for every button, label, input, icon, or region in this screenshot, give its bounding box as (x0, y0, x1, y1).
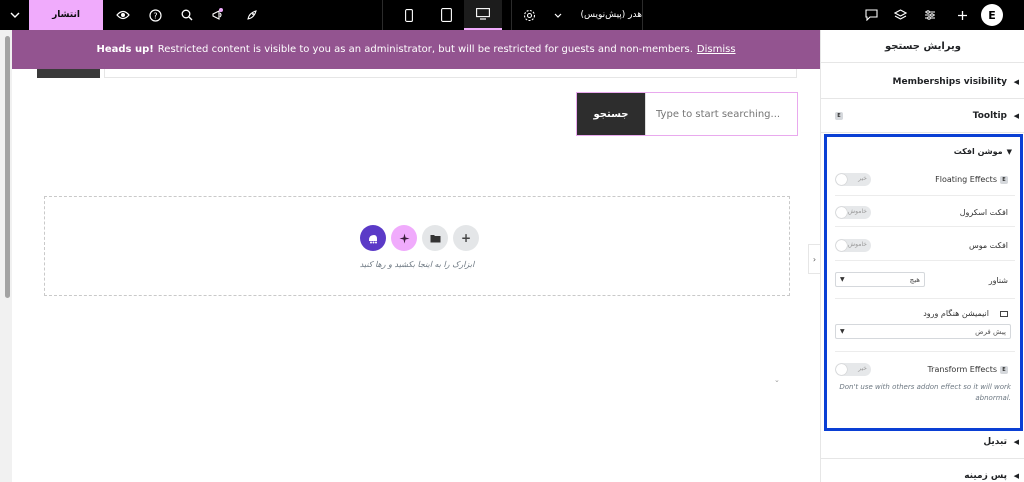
banner-message: Restricted content is visible to you as … (157, 44, 693, 55)
chevron-down-icon (554, 13, 562, 18)
mouse-effect-label: افکت موس (968, 241, 1008, 250)
tablet-device-icon[interactable] (432, 0, 460, 30)
add-element-plus-icon[interactable] (950, 0, 974, 30)
scroll-effect-value: خاموش (847, 208, 867, 215)
transform-effects-label: Transform Effects E (927, 365, 1008, 374)
top-bar: انتشار ? هدر (پیش‌نویس) E (0, 0, 1024, 30)
help-icon[interactable]: ? (142, 0, 168, 30)
ai-sparkle-icon[interactable] (391, 225, 417, 251)
transform-effects-toggle[interactable]: خیر (835, 363, 871, 376)
sticky-select[interactable]: ▼ هیچ (835, 272, 925, 287)
search-icon[interactable] (174, 0, 200, 30)
entrance-animation-value: پیش فرض (975, 327, 1006, 336)
document-title: هدر (پیش‌نویس) (580, 10, 642, 20)
transform-effects-value: خیر (858, 365, 867, 372)
entrance-animation-text: انیمیشن هنگام ورود (923, 309, 989, 318)
floating-effects-toggle[interactable]: خیر (835, 173, 871, 186)
mouse-effect-value: خاموش (847, 241, 867, 248)
empty-section-drop-zone[interactable]: + ابزارک را به اینجا بکشید و رها کنید (44, 196, 790, 296)
svg-text:?: ? (153, 11, 157, 20)
collapse-triangle-icon: ◀ (1013, 111, 1019, 120)
select-arrow-icon: ▼ (840, 328, 845, 335)
section-transform-label: تبدیل (983, 436, 1007, 447)
previous-widget-edge (37, 69, 100, 78)
section-memberships-label: Memberships visibility (892, 76, 1007, 87)
add-section-plus-icon[interactable]: + (453, 225, 479, 251)
structure-layers-icon[interactable] (888, 0, 912, 30)
select-arrow-icon: ▼ (840, 276, 845, 283)
section-motion-label: موشن افکت (953, 147, 1003, 156)
addon-kit-icon[interactable] (360, 225, 386, 251)
toggle-knob (836, 240, 847, 251)
panel-collapse-chevron-icon[interactable]: › (808, 244, 820, 274)
expanded-triangle-icon: ▼ (1006, 147, 1012, 156)
toggle-knob (836, 364, 847, 375)
document-title-dropdown[interactable]: هدر (پیش‌نویس) (550, 0, 642, 30)
entrance-animation-select[interactable]: ▼ پیش فرض (835, 324, 1011, 339)
section-background-label: پس زمینه (964, 471, 1007, 481)
addon-badge-icon: E (835, 111, 843, 120)
scroll-effect-toggle[interactable]: خاموش (835, 206, 871, 219)
canvas-scrollbar-thumb[interactable] (5, 36, 10, 298)
mobile-device-icon[interactable] (395, 0, 423, 30)
section-tooltip[interactable]: E Tooltip ◀ (821, 99, 1024, 133)
scroll-effect-label: افکت اسکرول (959, 208, 1008, 217)
section-tooltip-label: Tooltip (972, 110, 1007, 121)
addon-badge-icon: E (1000, 175, 1008, 184)
transform-effects-text: Transform Effects (927, 365, 997, 374)
addon-warning-note: Don't use with others addon effect so it… (839, 383, 1011, 402)
sticky-value: هیچ (909, 275, 920, 284)
site-settings-sliders-icon[interactable] (918, 0, 942, 30)
page-settings-gear-icon[interactable] (517, 0, 541, 30)
floating-effects-label: Floating Effects E (935, 175, 1008, 184)
publish-button[interactable]: انتشار (29, 0, 103, 30)
entrance-animation-label: انیمیشن هنگام ورود (923, 309, 1008, 318)
banner-dismiss-link[interactable]: Dismiss (697, 44, 736, 55)
preview-eye-icon[interactable] (110, 0, 136, 30)
section-motion-header[interactable]: موشن افکت ▼ (954, 147, 1012, 156)
panel-title: ویرایش جستجو (821, 30, 1024, 63)
comments-icon[interactable] (859, 0, 883, 30)
rocket-icon[interactable] (238, 0, 264, 30)
floating-effects-value: خیر (858, 175, 867, 182)
toggle-knob (836, 207, 847, 218)
search-input[interactable] (645, 93, 797, 135)
search-widget[interactable]: جستجو (576, 92, 798, 136)
drop-zone-hint: ابزارک را به اینجا بکشید و رها کنید (359, 260, 475, 269)
responsive-desktop-icon[interactable] (1000, 310, 1008, 317)
collapse-triangle-icon: ◀ (1013, 77, 1019, 86)
elementor-logo-icon[interactable]: E (981, 4, 1003, 26)
section-background[interactable]: پس زمینه ◀ (821, 459, 1024, 482)
search-submit-button[interactable]: جستجو (577, 93, 645, 135)
previous-widget-border (104, 69, 797, 78)
collapse-triangle-icon: ◀ (1013, 472, 1019, 480)
motion-effects-section: موشن افکت ▼ Floating Effects E خیر افکت … (824, 134, 1023, 431)
collapse-triangle-icon: ◀ (1013, 437, 1019, 446)
sticky-label: شناور (988, 276, 1008, 285)
section-memberships-visibility[interactable]: Memberships visibility ◀ (821, 65, 1024, 99)
restricted-content-banner: Heads up! Restricted content is visible … (12, 30, 820, 69)
caret-down-icon: ⌄ (774, 376, 780, 384)
addon-badge-icon: E (1000, 365, 1008, 374)
banner-heading: Heads up! (96, 44, 154, 55)
floating-effects-text: Floating Effects (935, 175, 997, 184)
mouse-effect-toggle[interactable]: خاموش (835, 239, 871, 252)
desktop-device-icon[interactable] (464, 0, 502, 30)
template-library-folder-icon[interactable] (422, 225, 448, 251)
publish-options-chevron-icon[interactable] (0, 0, 29, 30)
toggle-knob (836, 174, 847, 185)
notifications-megaphone-icon[interactable] (205, 0, 231, 30)
